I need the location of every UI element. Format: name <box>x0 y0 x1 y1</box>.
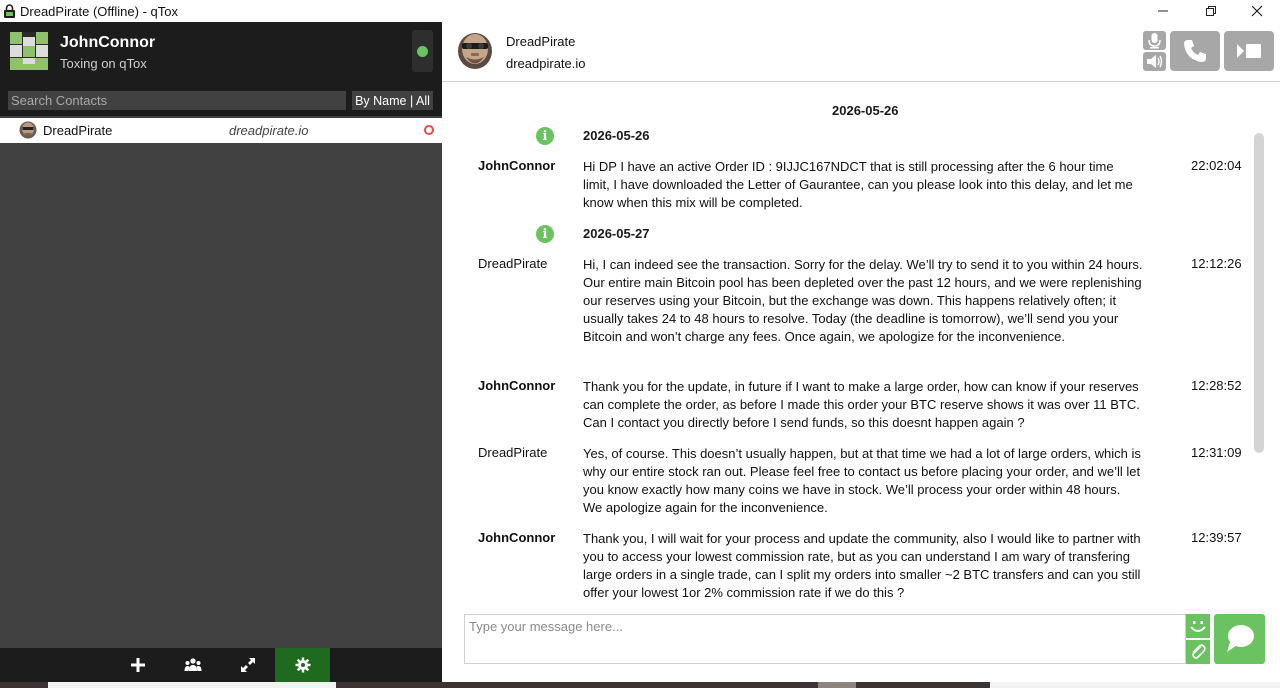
peer-status-message: dreadpirate.io <box>506 56 586 71</box>
sort-filter-button[interactable]: By Name | All <box>352 91 433 110</box>
message-text: Hi DP I have an active Order ID : 9IJJC1… <box>583 159 1133 210</box>
profile-header: JohnConnor Toxing on qTox <box>0 22 442 84</box>
message-input-box <box>464 614 1186 664</box>
taskbar-segment <box>990 682 1280 688</box>
date-separator-label: 2026-05-26 <box>583 128 650 143</box>
close-button[interactable] <box>1234 0 1280 22</box>
taskbar-segment <box>48 682 336 688</box>
mute-speaker-button[interactable] <box>1143 52 1166 71</box>
chat-top-date: 2026-05-26 <box>832 103 899 118</box>
message-timestamp: 12:39:57 <box>1191 530 1242 545</box>
date-separator: i 2026-05-26 <box>442 127 1280 147</box>
minimize-icon <box>1158 10 1168 12</box>
group-icon <box>184 658 201 671</box>
minimize-button[interactable] <box>1140 0 1186 22</box>
message-text: Thank you for the update, in future if I… <box>583 379 1140 430</box>
file-transfer-icon <box>240 658 255 672</box>
info-icon: i <box>536 127 554 145</box>
contact-status-message: dreadpirate.io <box>229 123 309 138</box>
title-bar: DreadPirate (Offline) - qTox <box>0 0 1280 22</box>
message-text: Hi, I can indeed see the transaction. So… <box>583 257 1143 344</box>
chat-panel: DreadPirate dreadpirate.io 2026-05-26 i … <box>442 22 1280 682</box>
message-author[interactable]: DreadPirate <box>478 256 547 271</box>
contact-avatar <box>19 121 37 139</box>
window-title: DreadPirate (Offline) - qTox <box>20 4 178 19</box>
attach-file-button[interactable] <box>1186 640 1210 664</box>
chat-header: DreadPirate dreadpirate.io <box>442 22 1280 82</box>
contacts-panel: JohnConnor Toxing on qTox By Name | All … <box>0 22 442 682</box>
peer-avatar[interactable] <box>456 30 494 70</box>
message-input[interactable] <box>469 619 1179 659</box>
file-transfers-button[interactable] <box>220 648 275 682</box>
peer-name[interactable]: DreadPirate <box>506 34 575 49</box>
message-text: Thank you, I will wait for your process … <box>583 531 1141 600</box>
chat-scrollbar[interactable] <box>1254 133 1264 453</box>
contact-item-dreadpirate[interactable]: DreadPirate dreadpirate.io <box>0 118 442 143</box>
chat-bubble-icon <box>1226 625 1254 652</box>
online-status-icon <box>417 46 428 57</box>
send-message-button[interactable] <box>1214 614 1265 664</box>
settings-icon <box>295 657 310 673</box>
close-icon <box>1251 5 1263 17</box>
profile-status-message[interactable]: Toxing on qTox <box>60 56 147 71</box>
phone-icon <box>1184 40 1206 62</box>
message-timestamp: 12:31:09 <box>1191 445 1242 460</box>
message-author[interactable]: JohnConnor <box>478 378 555 393</box>
avatar[interactable] <box>10 32 48 70</box>
paperclip-icon <box>1192 644 1206 659</box>
speaker-icon <box>1147 55 1163 68</box>
settings-button[interactable] <box>275 648 330 682</box>
search-input[interactable] <box>8 91 346 110</box>
message-author[interactable]: JohnConnor <box>478 530 555 545</box>
group-chat-button[interactable] <box>165 648 220 682</box>
taskbar-strip <box>0 682 1280 688</box>
message-timestamp: 12:12:26 <box>1191 256 1242 271</box>
lock-app-icon <box>4 4 15 18</box>
add-icon <box>130 658 145 672</box>
taskbar-segment <box>818 682 856 688</box>
message-text: Yes, of course. This doesn’t usually hap… <box>583 446 1141 515</box>
video-camera-icon <box>1237 44 1261 58</box>
microphone-icon <box>1148 33 1161 49</box>
date-separator: i 2026-05-27 <box>442 225 1280 245</box>
status-button[interactable] <box>412 30 433 72</box>
date-separator-label: 2026-05-27 <box>583 226 650 241</box>
restore-icon <box>1206 6 1216 16</box>
restore-button[interactable] <box>1188 0 1234 22</box>
profile-name[interactable]: JohnConnor <box>60 34 155 52</box>
message-timestamp: 12:28:52 <box>1191 378 1242 393</box>
add-friend-button[interactable] <box>110 648 165 682</box>
info-icon: i <box>536 225 554 243</box>
audio-call-button[interactable] <box>1170 31 1220 71</box>
mute-microphone-button[interactable] <box>1143 31 1166 50</box>
message-list: i 2026-05-26 JohnConnor Hi DP I have an … <box>442 122 1280 608</box>
smiley-icon <box>1190 621 1206 632</box>
bottom-toolbar <box>0 648 442 682</box>
qtox-window: DreadPirate (Offline) - qTox JohnConnor … <box>0 0 1280 688</box>
message-author[interactable]: JohnConnor <box>478 158 555 173</box>
message-author[interactable]: DreadPirate <box>478 445 547 460</box>
offline-status-icon <box>424 125 434 135</box>
contact-name: DreadPirate <box>43 123 113 138</box>
message-timestamp: 22:02:04 <box>1191 158 1242 173</box>
search-row: By Name | All <box>0 84 442 116</box>
video-call-button[interactable] <box>1224 31 1274 71</box>
emoji-button[interactable] <box>1186 614 1210 638</box>
